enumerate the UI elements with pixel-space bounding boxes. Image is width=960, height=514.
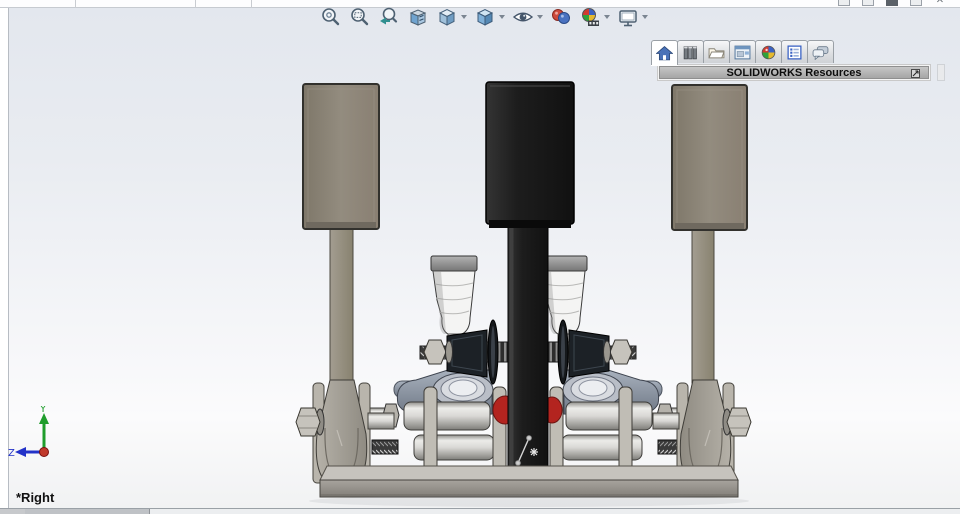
display-style-icon <box>476 8 494 26</box>
doc-control-stub-icon <box>838 0 850 6</box>
axis-z-label: Z <box>8 448 15 459</box>
edit-appearance-button[interactable] <box>548 5 574 29</box>
doc-control-stub-icon <box>886 0 898 6</box>
view-settings-icon <box>619 10 637 27</box>
window-controls-clipped: ✕ <box>838 0 946 7</box>
section-view-button[interactable] <box>405 5 431 29</box>
toolbar-separator <box>195 0 196 8</box>
task-pane-title: SOLIDWORKS Resources <box>726 66 862 79</box>
apply-scene-button[interactable] <box>577 5 612 29</box>
home-icon <box>656 45 673 60</box>
previous-view-icon <box>380 7 398 25</box>
edit-appearance-icon <box>552 9 570 24</box>
doc-control-stub-icon <box>910 0 922 6</box>
chevron-down-icon[interactable] <box>642 15 648 19</box>
view-orientation-label: *Right <box>16 490 55 505</box>
orientation-triad: Y Z <box>8 406 49 459</box>
hide-show-items-button[interactable] <box>510 5 545 29</box>
view-orientation-button[interactable] <box>434 5 469 29</box>
zoom-to-fit-icon <box>322 8 340 26</box>
library-books-icon <box>683 45 697 59</box>
tab-design-library[interactable] <box>677 40 704 63</box>
tab-file-explorer[interactable] <box>703 40 730 63</box>
hide-show-items-icon <box>512 12 534 22</box>
tab-custom-properties[interactable] <box>781 40 808 63</box>
close-icon: ✕ <box>935 0 945 6</box>
task-pane: SOLIDWORKS Resources <box>651 40 945 81</box>
tab-solidworks-forum[interactable] <box>807 40 834 63</box>
tab-view-palette[interactable] <box>729 40 756 63</box>
chevron-down-icon[interactable] <box>499 15 505 19</box>
task-pane-edge <box>937 64 945 81</box>
folder-icon <box>708 47 725 58</box>
view-settings-button[interactable] <box>615 5 650 29</box>
doc-control-stub-icon <box>862 0 874 6</box>
zoom-to-area-button[interactable] <box>347 5 373 29</box>
status-segment <box>25 509 150 514</box>
display-style-button[interactable] <box>472 5 507 29</box>
graphics-viewport[interactable] <box>8 8 960 508</box>
zoom-to-area-icon <box>351 8 369 26</box>
appearance-ball-icon <box>761 45 776 59</box>
pane-flyout-icon[interactable] <box>911 69 920 78</box>
forum-chat-icon <box>812 45 829 60</box>
view-orientation-icon <box>438 8 456 26</box>
status-segment <box>0 509 25 514</box>
tab-solidworks-resources[interactable] <box>651 40 678 65</box>
apply-scene-icon <box>582 8 599 26</box>
section-view-icon <box>409 9 427 26</box>
bottom-edge-strip <box>0 508 960 514</box>
task-pane-header[interactable]: SOLIDWORKS Resources <box>657 64 931 81</box>
tab-appearances-scenes[interactable] <box>755 40 782 63</box>
chevron-down-icon[interactable] <box>604 15 610 19</box>
zoom-to-fit-button[interactable] <box>318 5 344 29</box>
chevron-down-icon[interactable] <box>537 15 543 19</box>
chevron-down-icon[interactable] <box>461 15 467 19</box>
view-palette-window-icon <box>734 45 751 59</box>
properties-form-icon <box>787 44 802 60</box>
heads-up-view-toolbar <box>318 5 650 29</box>
axis-y-label: Y <box>39 406 47 415</box>
toolbar-separator <box>251 0 252 8</box>
toolbar-separator <box>75 0 76 8</box>
previous-view-button[interactable] <box>376 5 402 29</box>
task-pane-tabs <box>651 40 834 65</box>
